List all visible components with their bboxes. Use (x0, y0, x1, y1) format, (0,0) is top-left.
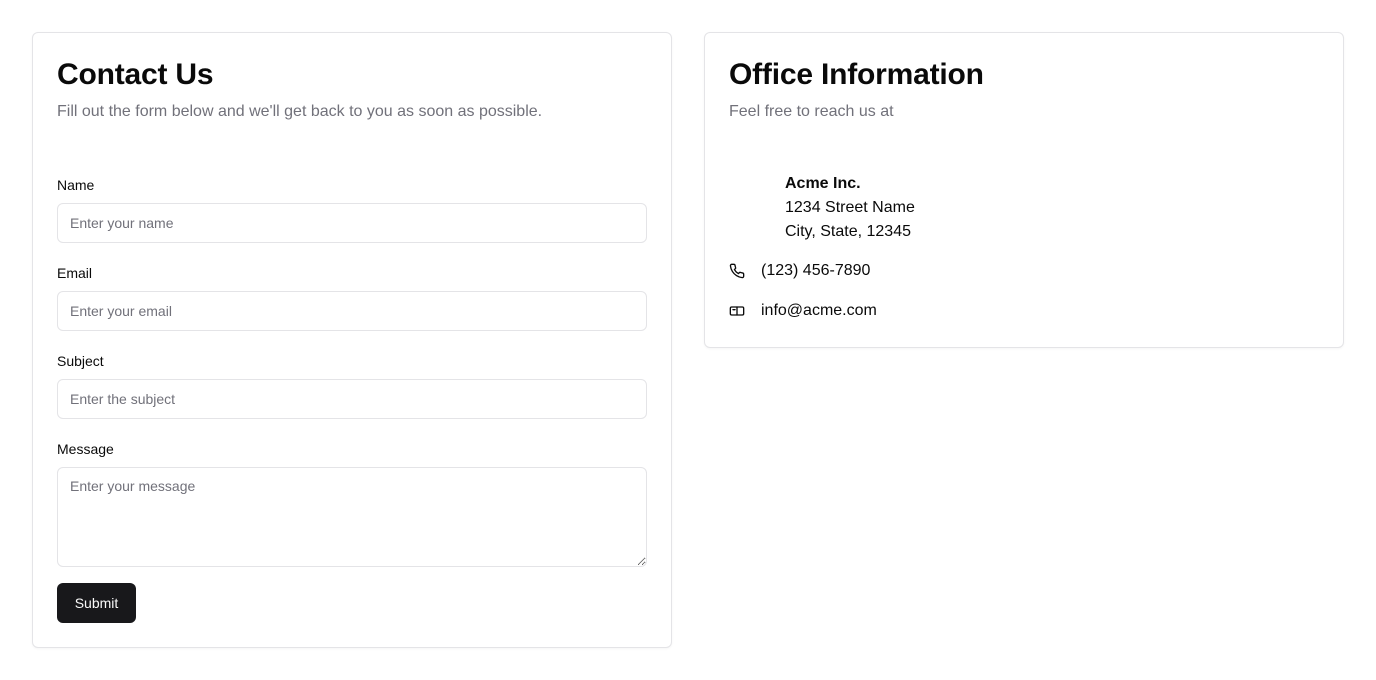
address-street: 1234 Street Name (785, 199, 915, 216)
office-card: Office Information Feel free to reach us… (704, 32, 1344, 348)
message-textarea[interactable] (57, 467, 647, 567)
contact-title: Contact Us (57, 58, 214, 91)
email-row: info@acme.com (729, 299, 877, 323)
name-input[interactable] (57, 203, 647, 243)
office-title: Office Information (729, 58, 984, 91)
address-company: Acme Inc. (785, 175, 861, 192)
contact-description: Fill out the form below and we'll get ba… (57, 103, 543, 120)
phone-row: (123) 456-7890 (729, 259, 870, 283)
email-address: info@acme.com (761, 302, 877, 319)
email-input[interactable] (57, 291, 647, 331)
mail-icon (729, 303, 745, 319)
phone-number: (123) 456-7890 (761, 262, 871, 279)
office-address: Acme Inc. 1234 Street Name City, State, … (785, 172, 915, 244)
subject-input[interactable] (57, 379, 647, 419)
message-label: Message (57, 441, 114, 457)
email-label: Email (57, 265, 93, 281)
subject-label: Subject (57, 353, 104, 369)
name-label: Name (57, 177, 95, 193)
contact-card: Contact Us Fill out the form below and w… (32, 32, 672, 648)
phone-icon (729, 263, 745, 279)
office-description: Feel free to reach us at (729, 103, 894, 120)
address-city: City, State, 12345 (785, 223, 911, 240)
submit-button[interactable]: Submit (57, 583, 136, 623)
